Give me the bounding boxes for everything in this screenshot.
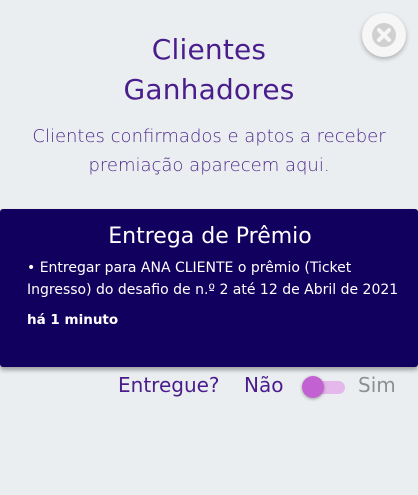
toggle-off-label: Não [244, 373, 284, 397]
delivered-toggle-row: Entregue? Não Sim [0, 370, 418, 404]
card-title: Entrega de Prêmio [108, 224, 312, 249]
toggle-on-label: Sim [358, 373, 396, 397]
page-title: Clientes Ganhadores [0, 30, 418, 110]
toggle-knob[interactable] [302, 376, 324, 398]
page-title-line-1: Clientes [151, 33, 267, 66]
card-timestamp: há 1 minuto [27, 312, 119, 328]
delivered-toggle[interactable] [302, 376, 346, 398]
prize-delivery-card: Entrega de Prêmio • Entregar para ANA CL… [0, 209, 418, 367]
card-description: • Entregar para ANA CLIENTE o prêmio (Ti… [27, 260, 399, 298]
page-title-line-2: Ganhadores [123, 73, 295, 106]
page-subtitle: Clientes confirmados e aptos a receber p… [32, 126, 386, 176]
delivered-label: Entregue? [118, 373, 220, 397]
